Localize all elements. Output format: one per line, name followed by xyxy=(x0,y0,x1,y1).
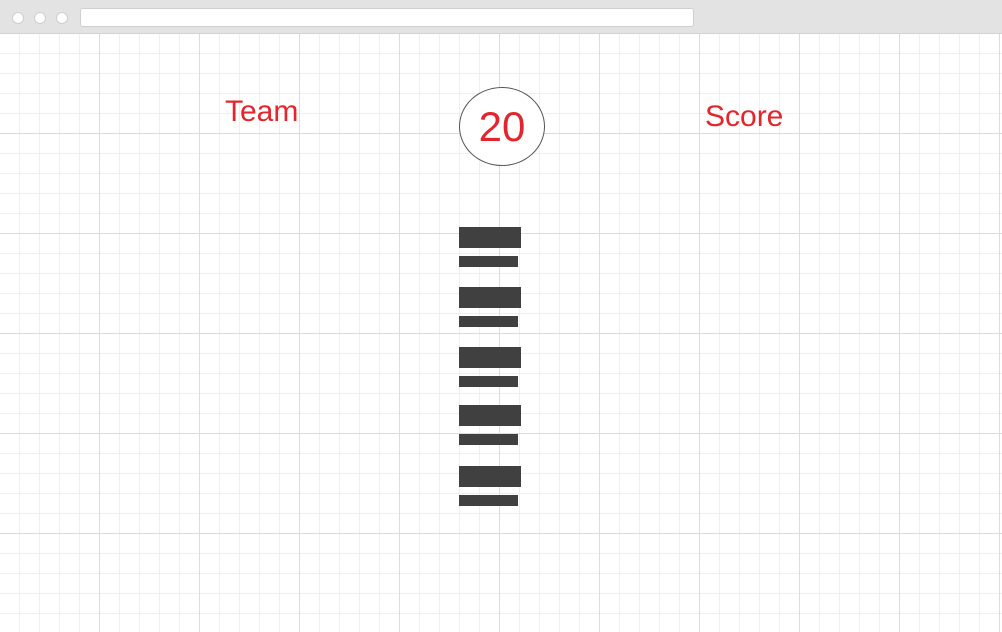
list-item-title-placeholder xyxy=(459,347,521,368)
list-item-title-placeholder xyxy=(459,466,521,487)
list-item-title-placeholder xyxy=(459,227,521,248)
list-item-subtitle-placeholder xyxy=(459,495,518,506)
counter-circle: 20 xyxy=(459,87,545,166)
list-item xyxy=(459,227,521,267)
counter-value: 20 xyxy=(478,102,526,150)
list-item xyxy=(459,347,521,387)
team-label: Team xyxy=(225,95,299,128)
wireframe-canvas: Team 20 Score xyxy=(0,34,1002,632)
list-item-title-placeholder xyxy=(459,405,521,426)
window-maximize-dot[interactable] xyxy=(56,12,68,24)
score-label: Score xyxy=(705,100,784,133)
list-item-subtitle-placeholder xyxy=(459,256,518,267)
list-item-subtitle-placeholder xyxy=(459,316,518,327)
address-bar[interactable] xyxy=(80,8,694,27)
window-close-dot[interactable] xyxy=(12,12,24,24)
list-item xyxy=(459,287,521,327)
list-item xyxy=(459,405,521,445)
list-item-subtitle-placeholder xyxy=(459,376,518,387)
list-item-subtitle-placeholder xyxy=(459,434,518,445)
browser-toolbar xyxy=(0,0,1002,34)
list-item xyxy=(459,466,521,506)
list-item-title-placeholder xyxy=(459,287,521,308)
window-minimize-dot[interactable] xyxy=(34,12,46,24)
